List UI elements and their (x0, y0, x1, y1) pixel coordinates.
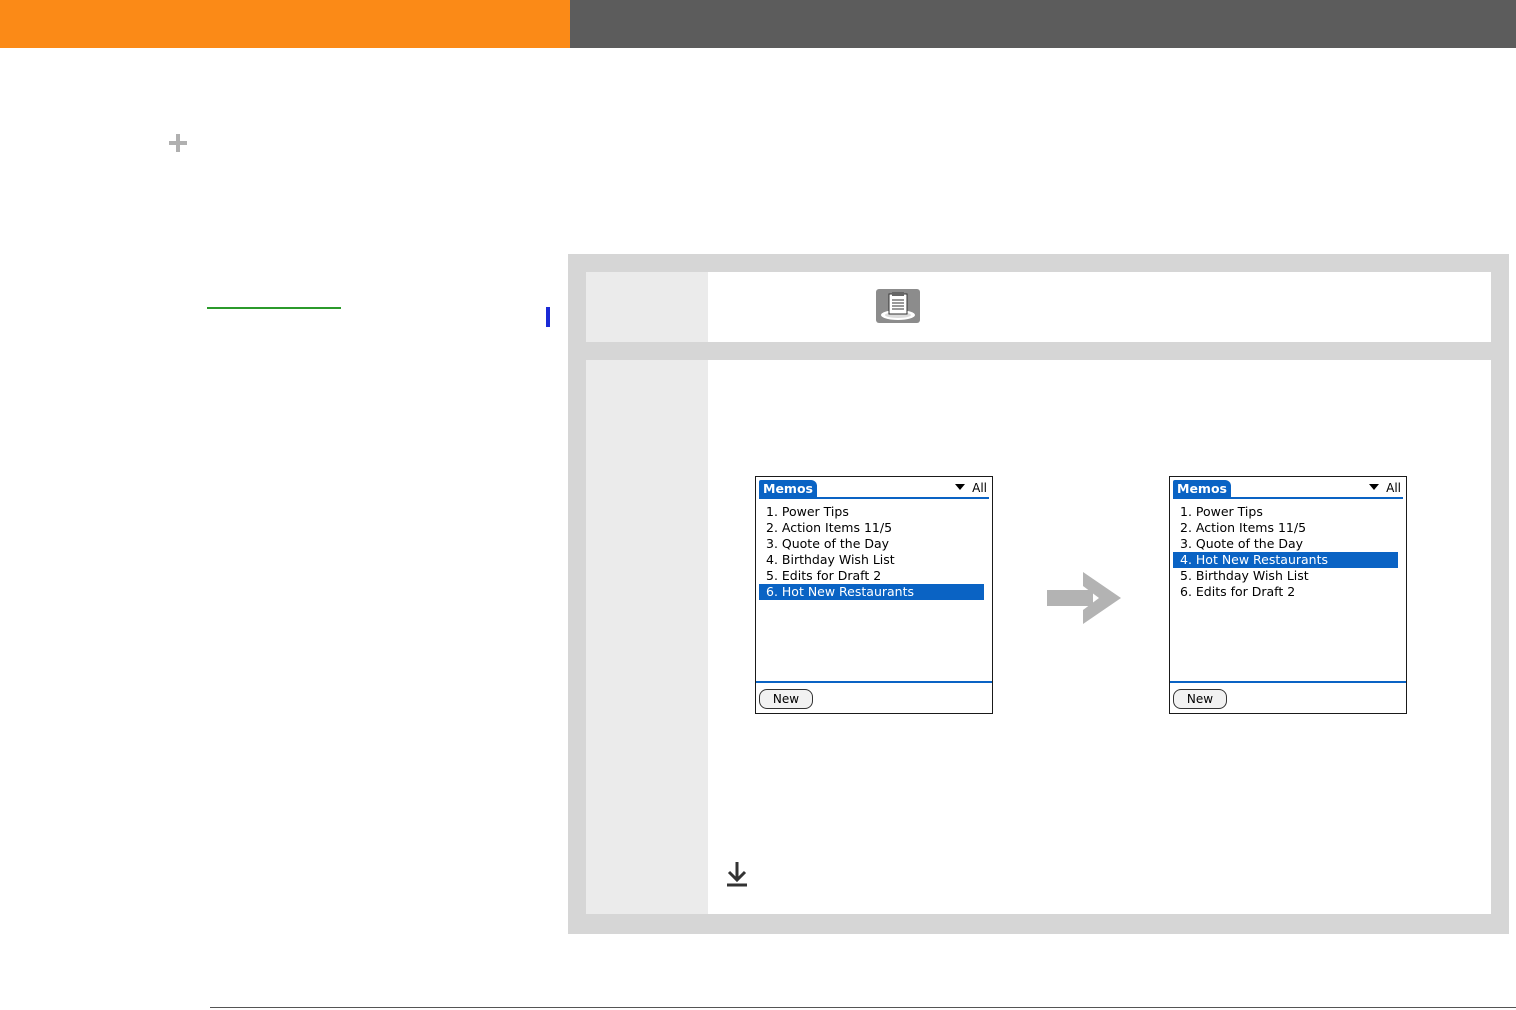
header-rule (1173, 497, 1403, 499)
new-button[interactable]: New (1173, 689, 1227, 709)
palm-screen-before: Memos All 1. Power Tips 2. Action Items … (755, 476, 993, 714)
memos-header: Memos All (759, 479, 989, 499)
list-item[interactable]: 5. Edits for Draft 2 (759, 568, 984, 584)
memos-title-tab: Memos (1173, 480, 1231, 497)
palm-screen-after: Memos All 1. Power Tips 2. Action Items … (1169, 476, 1407, 714)
memos-header: Memos All (1173, 479, 1403, 499)
arrow-right-icon (1047, 572, 1121, 624)
category-label: All (972, 481, 987, 495)
list-item[interactable]: 1. Power Tips (759, 504, 984, 520)
chevron-down-icon (1369, 484, 1380, 490)
chevron-down-icon (955, 484, 966, 490)
sidebar-link[interactable] (207, 307, 341, 309)
list-item[interactable]: 4. Birthday Wish List (759, 552, 984, 568)
header-bar-gray (570, 0, 1516, 48)
memos-app-icon (876, 289, 920, 323)
footer-rule (1170, 681, 1406, 683)
category-picker[interactable]: All (955, 480, 987, 496)
memos-title-tab: Memos (759, 480, 817, 497)
footer-rule (756, 681, 992, 683)
list-item[interactable]: 1. Power Tips (1173, 504, 1398, 520)
list-item[interactable]: 3. Quote of the Day (1173, 536, 1398, 552)
header-rule (759, 497, 989, 499)
step-1-number-cell (586, 272, 708, 342)
category-label: All (1386, 481, 1401, 495)
footer-divider (210, 1007, 1516, 1008)
category-picker[interactable]: All (1369, 480, 1401, 496)
list-item[interactable]: 6. Edits for Draft 2 (1173, 584, 1398, 600)
download-arrow-icon[interactable] (725, 860, 749, 888)
list-item[interactable]: 2. Action Items 11/5 (759, 520, 984, 536)
text-cursor-marker (546, 307, 550, 327)
step-2-number-cell (586, 360, 708, 914)
list-item-selected[interactable]: 6. Hot New Restaurants (759, 584, 984, 600)
list-item-selected[interactable]: 4. Hot New Restaurants (1173, 552, 1398, 568)
step-1-content-cell (708, 272, 1491, 342)
plus-icon (166, 131, 190, 155)
list-item[interactable]: 5. Birthday Wish List (1173, 568, 1398, 584)
new-button[interactable]: New (759, 689, 813, 709)
header-bar-orange (0, 0, 570, 48)
list-item[interactable]: 2. Action Items 11/5 (1173, 520, 1398, 536)
list-item[interactable]: 3. Quote of the Day (759, 536, 984, 552)
